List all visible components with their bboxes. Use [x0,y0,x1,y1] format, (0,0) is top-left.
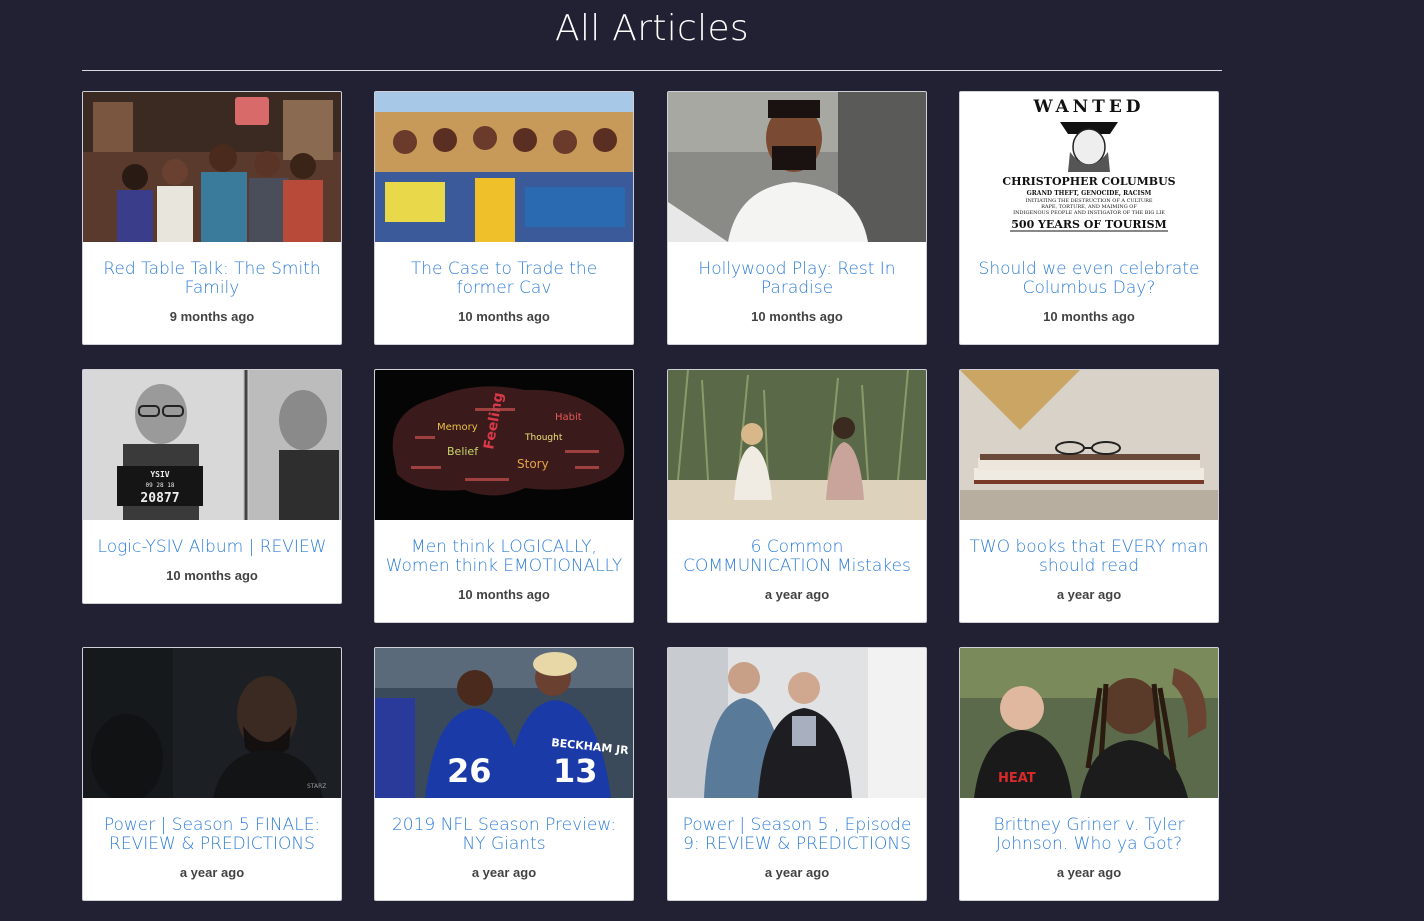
lebron-mural-photo [375,92,633,242]
placard-date: 09 28 18 [146,482,175,489]
brain-word-1: Memory [437,422,478,433]
article-card[interactable]: Power | Season 5 , Episode 9: REVIEW & P… [667,647,927,901]
article-title[interactable]: TWO books that EVERY man should read [968,538,1210,576]
article-date: 10 months ago [458,587,550,602]
article-title[interactable]: Red Table Talk: The Smith Family [91,260,333,298]
article-thumbnail[interactable]: YSIV 09 28 18 20877 [83,370,341,520]
article-date: 10 months ago [751,309,843,324]
page-title: All Articles [555,8,749,49]
article-thumbnail[interactable] [83,92,341,242]
giants-players-photo: 26 BECKHAM JR 13 [375,648,633,798]
article-thumbnail[interactable] [668,648,926,798]
poster-line1: GRAND THEFT, GENOCIDE, RACISM [1027,190,1152,197]
article-date: a year ago [764,865,830,880]
article-title[interactable]: Power | Season 5 FINALE: REVIEW & PREDIC… [91,816,333,854]
article-title[interactable]: The Case to Trade the former Cav [383,260,625,298]
article-title[interactable]: Men think LOGICALLY, Women think EMOTION… [383,538,625,576]
article-card[interactable]: STARZ Power | Season 5 FINALE: REVIEW & … [82,647,342,901]
article-date: a year ago [471,865,537,880]
jersey-number-left: 26 [447,752,492,790]
poster-heading: WANTED [1032,97,1144,117]
article-title[interactable]: 2019 NFL Season Preview: NY Giants [383,816,625,854]
article-date: a year ago [764,587,830,602]
article-thumbnail[interactable]: HEAT [960,648,1218,798]
placard-name: YSIV [150,470,169,479]
power-scene-photo: STARZ [83,648,341,798]
article-card[interactable]: The Case to Trade the former Cav 10 mont… [374,91,634,345]
brain-word-6: Habit [555,412,582,423]
brain-word-5: Thought [524,433,563,443]
article-title[interactable]: 6 Common COMMUNICATION Mistakes [676,538,918,576]
article-date: a year ago [1056,865,1122,880]
brain-word-3: Story [517,457,549,471]
article-thumbnail[interactable]: STARZ [83,648,341,798]
selfie-man-photo [668,92,926,242]
article-thumbnail[interactable]: WANTED CHRISTOPHER COLUMBUS GRAND THEFT,… [960,92,1218,242]
article-card[interactable]: HEAT Brittney Griner v. Tyler Johnson. W… [959,647,1219,901]
placard-number: 20877 [140,491,179,506]
article-card[interactable]: Memory Feeling Story Belief Thought Habi… [374,369,634,623]
article-title[interactable]: Brittney Griner v. Tyler Johnson. Who ya… [968,816,1210,854]
article-card[interactable]: 6 Common COMMUNICATION Mistakes a year a… [667,369,927,623]
article-title[interactable]: Logic-YSIV Album | REVIEW [91,538,333,557]
mugshot-photo: YSIV 09 28 18 20877 [83,370,341,520]
article-thumbnail[interactable] [375,92,633,242]
brain-wordcloud-image: Memory Feeling Story Belief Thought Habi… [375,370,633,520]
article-card[interactable]: Red Table Talk: The Smith Family 9 month… [82,91,342,345]
article-date: 10 months ago [458,309,550,324]
article-card[interactable]: 26 BECKHAM JR 13 2019 NFL Season Preview… [374,647,634,901]
poster-footer: 500 YEARS OF TOURISM [1011,218,1166,231]
article-thumbnail[interactable] [960,370,1218,520]
article-date: a year ago [179,865,245,880]
starz-watermark: STARZ [307,783,326,790]
article-thumbnail[interactable]: 26 BECKHAM JR 13 [375,648,633,798]
article-date: 10 months ago [166,568,258,583]
article-thumbnail[interactable] [668,370,926,520]
poster-line4: INDIGENOUS PEOPLE AND INSTIGATOR OF THE … [1013,210,1165,216]
heat-jersey-text: HEAT [998,771,1036,786]
article-date: 9 months ago [169,309,255,324]
two-women-beach-photo [668,370,926,520]
article-thumbnail[interactable]: Memory Feeling Story Belief Thought Habi… [375,370,633,520]
wanted-poster-image: WANTED CHRISTOPHER COLUMBUS GRAND THEFT,… [960,92,1218,242]
title-divider [82,70,1222,71]
article-card[interactable]: YSIV 09 28 18 20877 Logic-YSIV Album | R… [82,369,342,604]
article-card[interactable]: Hollywood Play: Rest In Paradise 10 mont… [667,91,927,345]
poster-name: CHRISTOPHER COLUMBUS [1002,175,1175,188]
article-title[interactable]: Hollywood Play: Rest In Paradise [676,260,918,298]
article-card[interactable]: TWO books that EVERY man should read a y… [959,369,1219,623]
article-title[interactable]: Should we even celebrate Columbus Day? [968,260,1210,298]
article-title[interactable]: Power | Season 5 , Episode 9: REVIEW & P… [676,816,918,854]
article-card[interactable]: WANTED CHRISTOPHER COLUMBUS GRAND THEFT,… [959,91,1219,345]
brain-word-4: Belief [447,445,479,458]
article-thumbnail[interactable] [668,92,926,242]
power-episode-photo [668,648,926,798]
article-date: a year ago [1056,587,1122,602]
books-glasses-photo [960,370,1218,520]
griner-johnson-photo: HEAT [960,648,1218,798]
jersey-number-right: 13 [553,752,598,790]
red-table-talk-photo [83,92,341,242]
article-date: 10 months ago [1043,309,1135,324]
